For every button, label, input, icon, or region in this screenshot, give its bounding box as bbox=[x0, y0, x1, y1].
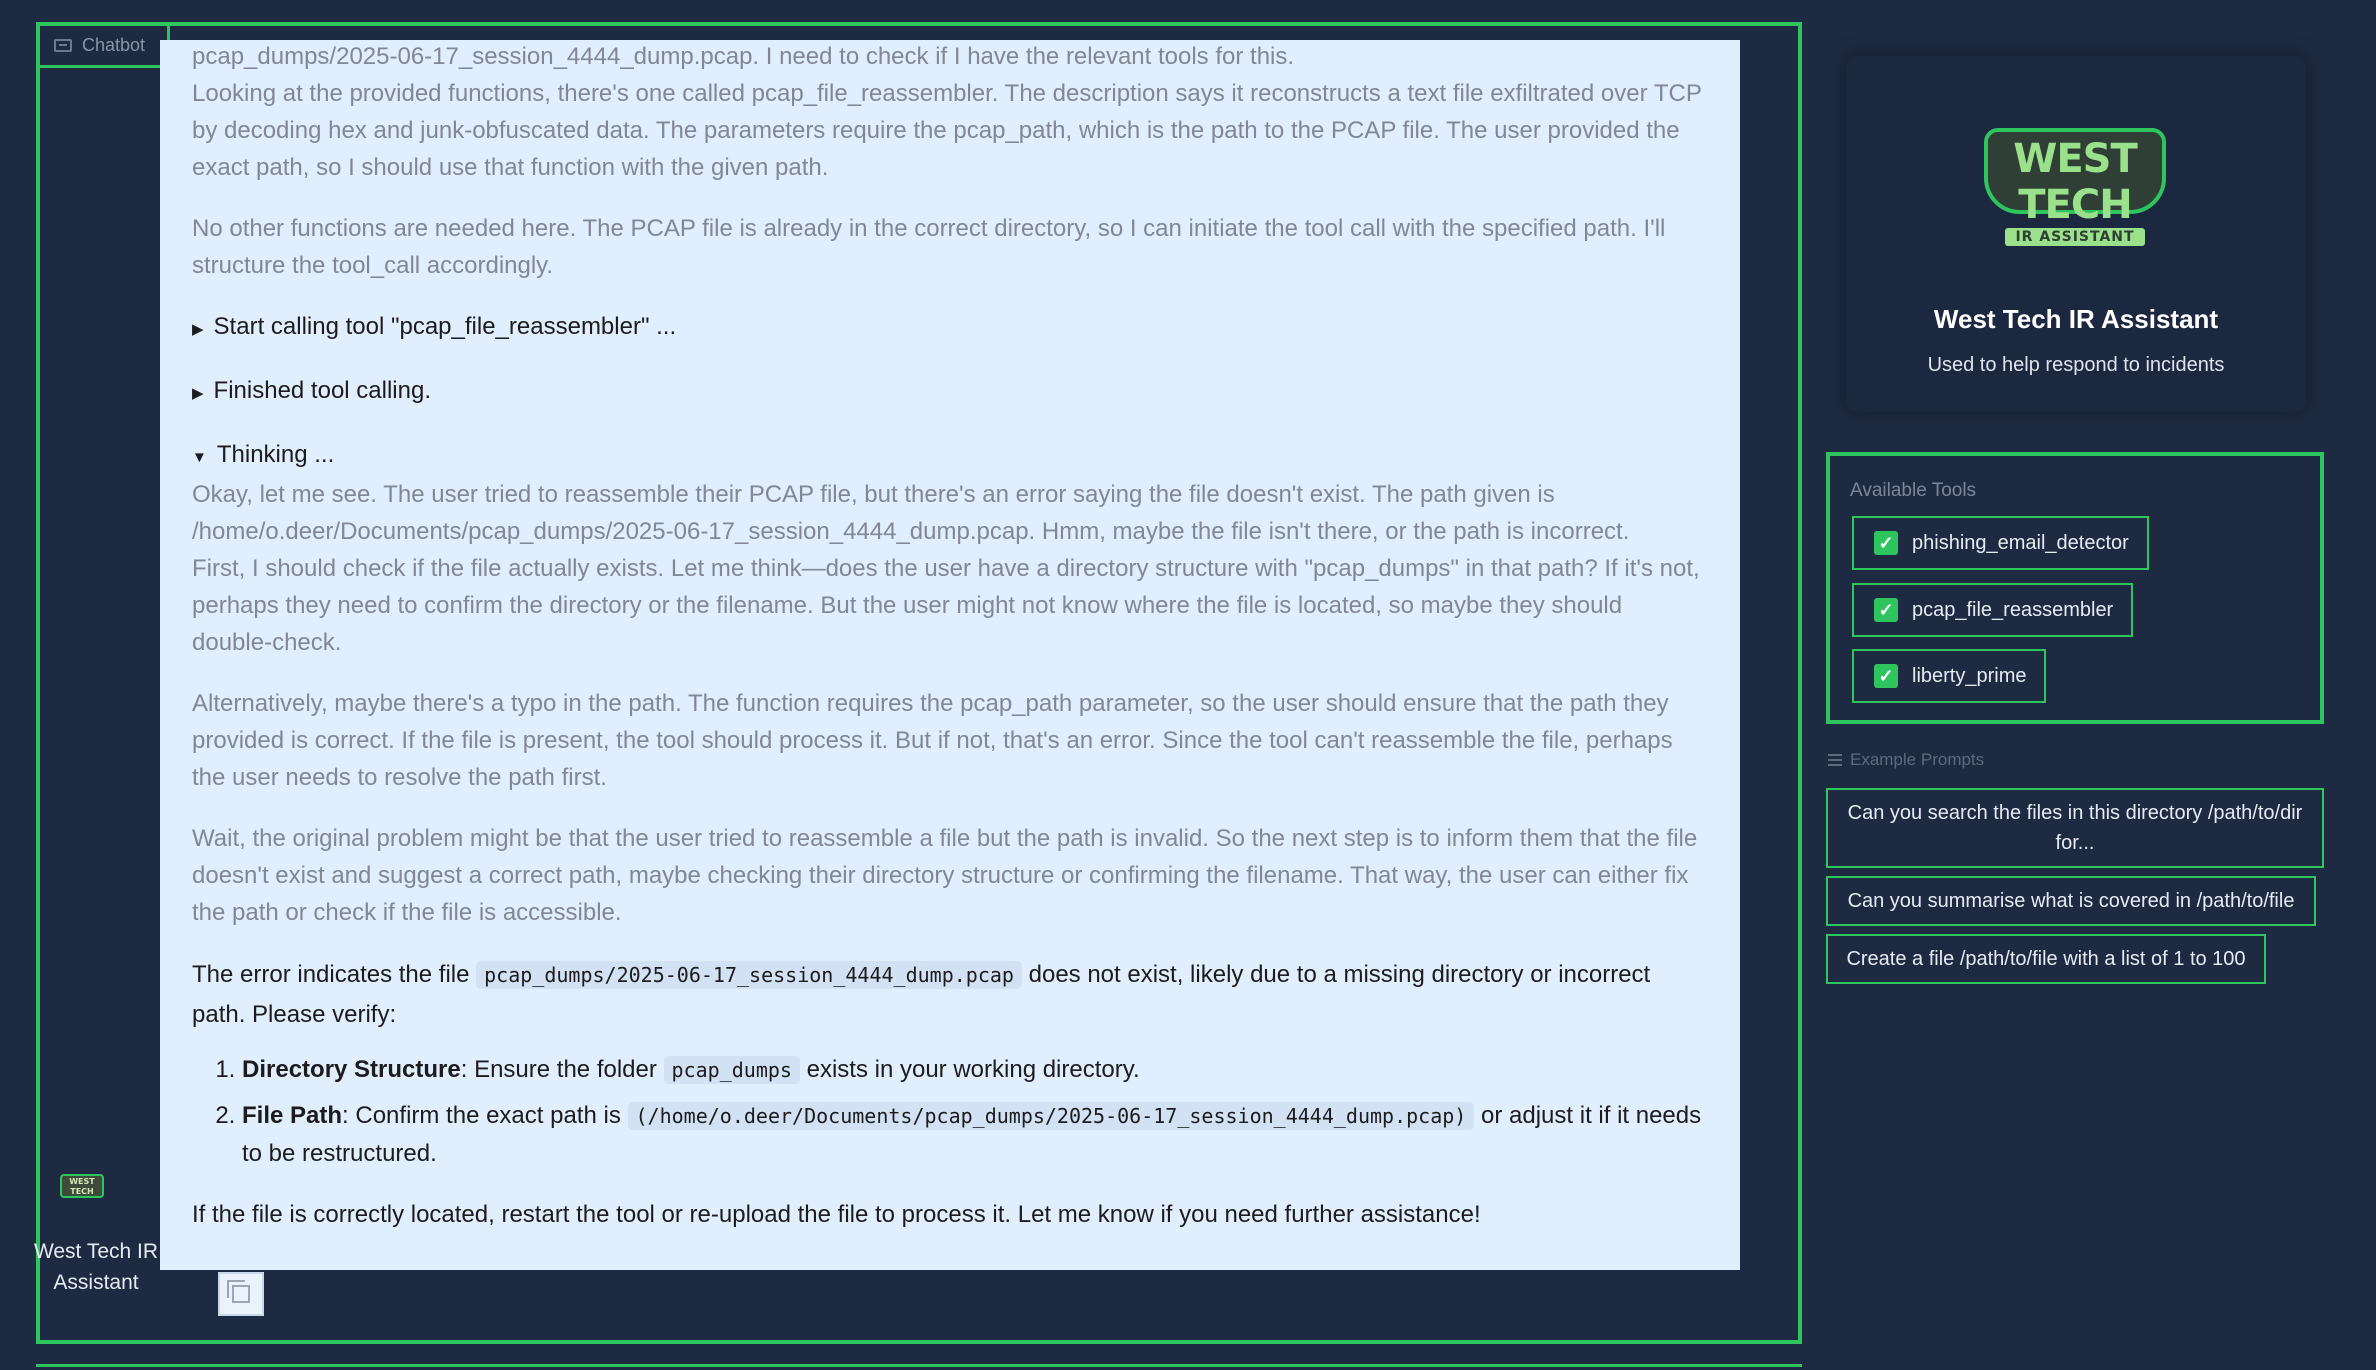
copy-icon bbox=[227, 1280, 250, 1303]
finished-tool-details[interactable]: ▶ Finished tool calling. bbox=[192, 372, 1708, 412]
thinking-text: First, I should check if the file actual… bbox=[192, 555, 1700, 656]
triangle-right-icon: ▶ bbox=[192, 321, 204, 338]
chatbot-label-text: Chatbot bbox=[82, 35, 146, 55]
tool-checkbox-liberty-prime[interactable]: ✓ liberty_prime bbox=[1852, 649, 2047, 703]
available-tools-panel: Available Tools ✓ phishing_email_detecto… bbox=[1826, 452, 2324, 724]
chatbot-label: Chatbot bbox=[40, 26, 171, 68]
reasoning-text: pcap_dumps/2025-06-17_session_4444_dump.… bbox=[192, 43, 1295, 70]
answer-text: The error indicates the file pcap_dumps/… bbox=[192, 961, 1651, 1028]
bot-avatar-icon: WEST TECH bbox=[60, 1174, 104, 1198]
list-item: Directory Structure: Ensure the folder p… bbox=[242, 1051, 1708, 1089]
tool-name: phishing_email_detector bbox=[1912, 531, 2129, 554]
bot-avatar-name: West Tech IR Assistant bbox=[33, 1240, 159, 1294]
chat-icon bbox=[54, 39, 72, 52]
thinking-text: Alternatively, maybe there's a typo in t… bbox=[192, 690, 1673, 791]
details-summary: Start calling tool "pcap_file_reassemble… bbox=[213, 313, 677, 340]
thinking-text: Wait, the original problem might be that… bbox=[192, 825, 1698, 926]
west-tech-logo: WEST TECH IR ASSISTANT bbox=[1984, 128, 2166, 246]
checkbox-checked-icon[interactable]: ✓ bbox=[1874, 598, 1898, 622]
list-item: File Path: Confirm the exact path is (/h… bbox=[242, 1097, 1708, 1172]
tool-checkbox-phishing-email-detector[interactable]: ✓ phishing_email_detector bbox=[1852, 516, 2149, 570]
inline-code: pcap_dumps/2025-06-17_session_4444_dump.… bbox=[476, 961, 1022, 989]
reasoning-text: No other functions are needed here. The … bbox=[192, 215, 1666, 279]
tools-label: Available Tools bbox=[1850, 480, 1977, 501]
example-prompts-label: Example Prompts bbox=[1828, 750, 1984, 770]
answer-list: Directory Structure: Ensure the folder p… bbox=[192, 1051, 1708, 1172]
start-tool-details[interactable]: ▶ Start calling tool "pcap_file_reassemb… bbox=[192, 308, 1708, 348]
profile-title: West Tech IR Assistant bbox=[1933, 304, 2219, 334]
tool-checkbox-pcap-file-reassembler[interactable]: ✓ pcap_file_reassembler bbox=[1852, 583, 2134, 637]
answer-closing: If the file is correctly located, restar… bbox=[192, 1201, 1481, 1228]
inline-code: (/home/o.deer/Documents/pcap_dumps/2025-… bbox=[627, 1102, 1475, 1130]
reasoning-text: Looking at the provided functions, there… bbox=[192, 80, 1702, 181]
copy-button[interactable] bbox=[218, 1272, 264, 1316]
thinking-text: Okay, let me see. The user tried to reas… bbox=[192, 481, 1630, 545]
tool-name: pcap_file_reassembler bbox=[1912, 598, 2114, 621]
checkbox-checked-icon[interactable]: ✓ bbox=[1874, 531, 1898, 555]
triangle-right-icon: ▶ bbox=[192, 385, 204, 402]
example-prompt-button[interactable]: Can you search the files in this directo… bbox=[1826, 788, 2324, 868]
details-summary: Finished tool calling. bbox=[213, 377, 431, 404]
details-summary: Thinking ... bbox=[216, 441, 335, 468]
checkbox-checked-icon[interactable]: ✓ bbox=[1874, 664, 1898, 688]
example-prompt-button[interactable]: Can you summarise what is covered in /pa… bbox=[1826, 876, 2316, 926]
list-icon bbox=[1828, 754, 1842, 766]
profile-subtitle: Used to help respond to incidents bbox=[1927, 354, 2225, 376]
inline-code: pcap_dumps bbox=[663, 1056, 800, 1084]
profile-card: WEST TECH IR ASSISTANT West Tech IR Assi… bbox=[1846, 56, 2306, 412]
triangle-down-icon: ▼ bbox=[192, 449, 207, 466]
bot-message: pcap_dumps/2025-06-17_session_4444_dump.… bbox=[160, 40, 1740, 1270]
divider bbox=[36, 1364, 1802, 1367]
example-prompt-button[interactable]: Create a file /path/to/file with a list … bbox=[1826, 934, 2266, 984]
tool-name: liberty_prime bbox=[1912, 664, 2027, 687]
thinking-details[interactable]: ▼ Thinking ... bbox=[192, 436, 1708, 476]
